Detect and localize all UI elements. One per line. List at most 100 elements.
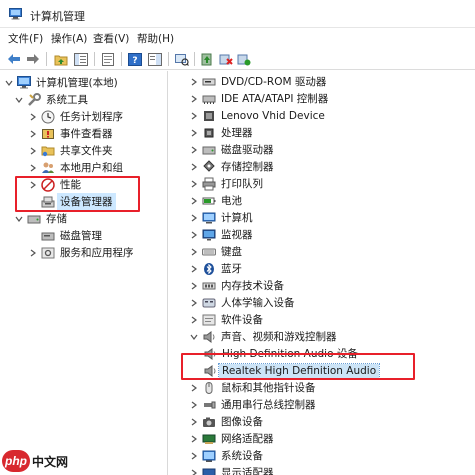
device-category-row[interactable]: 声音、视频和游戏控制器 xyxy=(189,328,337,345)
mouse-icon xyxy=(202,381,216,395)
device-category-row[interactable]: 键盘 xyxy=(189,243,242,260)
chevron-right-icon[interactable] xyxy=(28,163,38,173)
users-icon xyxy=(41,161,55,175)
show-tree-icon[interactable] xyxy=(73,51,89,67)
device-label: 存储控制器 xyxy=(221,161,274,173)
device-category-row[interactable]: 蓝牙 xyxy=(189,260,242,277)
chevron-right-icon[interactable] xyxy=(189,128,199,138)
chevron-right-icon[interactable] xyxy=(189,400,199,410)
chevron-right-icon[interactable] xyxy=(189,264,199,274)
device-category-row[interactable]: 通用串行总线控制器 xyxy=(189,396,316,413)
device-category-row[interactable]: 打印队列 xyxy=(189,175,263,192)
device-label: 打印队列 xyxy=(221,178,263,190)
device-category-row[interactable]: 显示适配器 xyxy=(189,464,274,475)
menu-view[interactable]: 查看(V) xyxy=(93,31,129,46)
chevron-right-icon[interactable] xyxy=(189,451,199,461)
chevron-right-icon[interactable] xyxy=(189,77,199,87)
device-category-row[interactable]: 监视器 xyxy=(189,226,253,243)
chevron-right-icon[interactable] xyxy=(189,111,199,121)
menu-help[interactable]: 帮助(H) xyxy=(137,31,174,46)
chevron-right-icon[interactable] xyxy=(28,129,38,139)
tree-item-label: 本地用户和组 xyxy=(60,162,123,174)
tree-item-event-viewer[interactable]: 事件查看器 xyxy=(28,125,113,142)
device-category-row[interactable]: 内存技术设备 xyxy=(189,277,284,294)
chevron-right-icon[interactable] xyxy=(189,247,199,257)
svg-text:?: ? xyxy=(132,56,137,66)
tree-item-computer-management[interactable]: 计算机管理(本地) xyxy=(4,74,118,91)
enable-device-icon[interactable] xyxy=(236,51,252,67)
device-category-row[interactable]: IDE ATA/ATAPI 控制器 xyxy=(189,90,328,107)
tree-item-system-tools[interactable]: 系统工具 xyxy=(14,91,88,108)
tree-item-task-scheduler[interactable]: 任务计划程序 xyxy=(28,108,123,125)
tree-item-label: 系统工具 xyxy=(46,94,88,106)
chevron-right-icon[interactable] xyxy=(189,315,199,325)
action-pane-icon[interactable] xyxy=(147,51,163,67)
device-category-row[interactable]: 计算机 xyxy=(189,209,253,226)
tools-icon xyxy=(27,92,41,107)
chevron-down-icon[interactable] xyxy=(189,332,199,342)
menu-file[interactable]: 文件(F) xyxy=(8,31,43,46)
processor-icon xyxy=(202,126,216,140)
tree-item-services-apps[interactable]: 服务和应用程序 xyxy=(28,244,134,261)
chevron-right-icon[interactable] xyxy=(189,230,199,240)
help-icon[interactable]: ? xyxy=(127,51,143,67)
device-label: 内存技术设备 xyxy=(221,280,284,292)
device-label: 鼠标和其他指针设备 xyxy=(221,382,316,394)
device-category-row[interactable]: 图像设备 xyxy=(189,413,263,430)
camera-icon xyxy=(202,415,216,429)
chevron-right-icon[interactable] xyxy=(189,468,199,475)
chevron-right-icon[interactable] xyxy=(28,146,38,156)
device-label: 监视器 xyxy=(221,229,253,241)
back-arrow-icon[interactable] xyxy=(6,51,22,67)
computer-icon xyxy=(202,211,216,225)
properties-icon[interactable] xyxy=(100,51,116,67)
chevron-right-icon[interactable] xyxy=(189,145,199,155)
speaker-icon xyxy=(202,330,216,344)
device-category-row[interactable]: 人体学输入设备 xyxy=(189,294,295,311)
chevron-down-icon[interactable] xyxy=(14,95,24,105)
device-label: Lenovo Vhid Device xyxy=(221,109,325,122)
device-category-row[interactable]: 系统设备 xyxy=(189,447,263,464)
device-category-row[interactable]: 磁盘驱动器 xyxy=(189,141,274,158)
tree-item-storage[interactable]: 存储 xyxy=(14,210,67,227)
chevron-right-icon[interactable] xyxy=(189,383,199,393)
update-driver-icon[interactable] xyxy=(199,51,215,67)
uninstall-device-icon[interactable] xyxy=(218,51,234,67)
chevron-right-icon[interactable] xyxy=(189,417,199,427)
device-category-row[interactable]: 处理器 xyxy=(189,124,253,141)
device-category-row[interactable]: 存储控制器 xyxy=(189,158,274,175)
monitor-icon xyxy=(202,228,216,242)
tree-item-shared-folders[interactable]: 共享文件夹 xyxy=(28,142,113,159)
chevron-down-icon[interactable] xyxy=(4,78,14,88)
chevron-right-icon[interactable] xyxy=(189,94,199,104)
device-category-row[interactable]: 网络适配器 xyxy=(189,430,274,447)
chevron-right-icon[interactable] xyxy=(189,162,199,172)
device-category-row[interactable]: DVD/CD-ROM 驱动器 xyxy=(189,73,326,90)
device-category-row[interactable]: 电池 xyxy=(189,192,242,209)
annotation-red-box xyxy=(181,353,415,380)
chevron-right-icon[interactable] xyxy=(189,298,199,308)
chevron-right-icon[interactable] xyxy=(28,112,38,122)
scan-hardware-icon[interactable] xyxy=(174,51,190,67)
forward-arrow-icon[interactable] xyxy=(25,51,41,67)
chevron-right-icon[interactable] xyxy=(189,213,199,223)
up-folder-icon[interactable] xyxy=(53,51,69,67)
device-category-row[interactable]: 软件设备 xyxy=(189,311,263,328)
chevron-right-icon[interactable] xyxy=(189,196,199,206)
navigation-pane: 计算机管理(本地) 系统工具 任务计划程序 事件查看器 共享文件夹 本地用户和组… xyxy=(0,71,168,475)
chevron-right-icon[interactable] xyxy=(189,179,199,189)
chevron-right-icon[interactable] xyxy=(189,281,199,291)
chevron-right-icon[interactable] xyxy=(28,248,38,258)
tree-item-disk-management[interactable]: 磁盘管理 xyxy=(41,227,102,244)
device-label: 磁盘驱动器 xyxy=(221,144,274,156)
chevron-down-icon[interactable] xyxy=(14,214,24,224)
chevron-right-icon[interactable] xyxy=(189,434,199,444)
device-label: 人体学输入设备 xyxy=(221,297,295,309)
watermark: php 中文网 xyxy=(2,449,68,473)
device-category-row[interactable]: 鼠标和其他指针设备 xyxy=(189,379,316,396)
menu-action[interactable]: 操作(A) xyxy=(51,31,87,46)
tree-item-local-users[interactable]: 本地用户和组 xyxy=(28,159,123,176)
device-label: 计算机 xyxy=(221,212,253,224)
hid-input-icon xyxy=(202,296,216,310)
device-category-row[interactable]: Lenovo Vhid Device xyxy=(189,107,325,124)
